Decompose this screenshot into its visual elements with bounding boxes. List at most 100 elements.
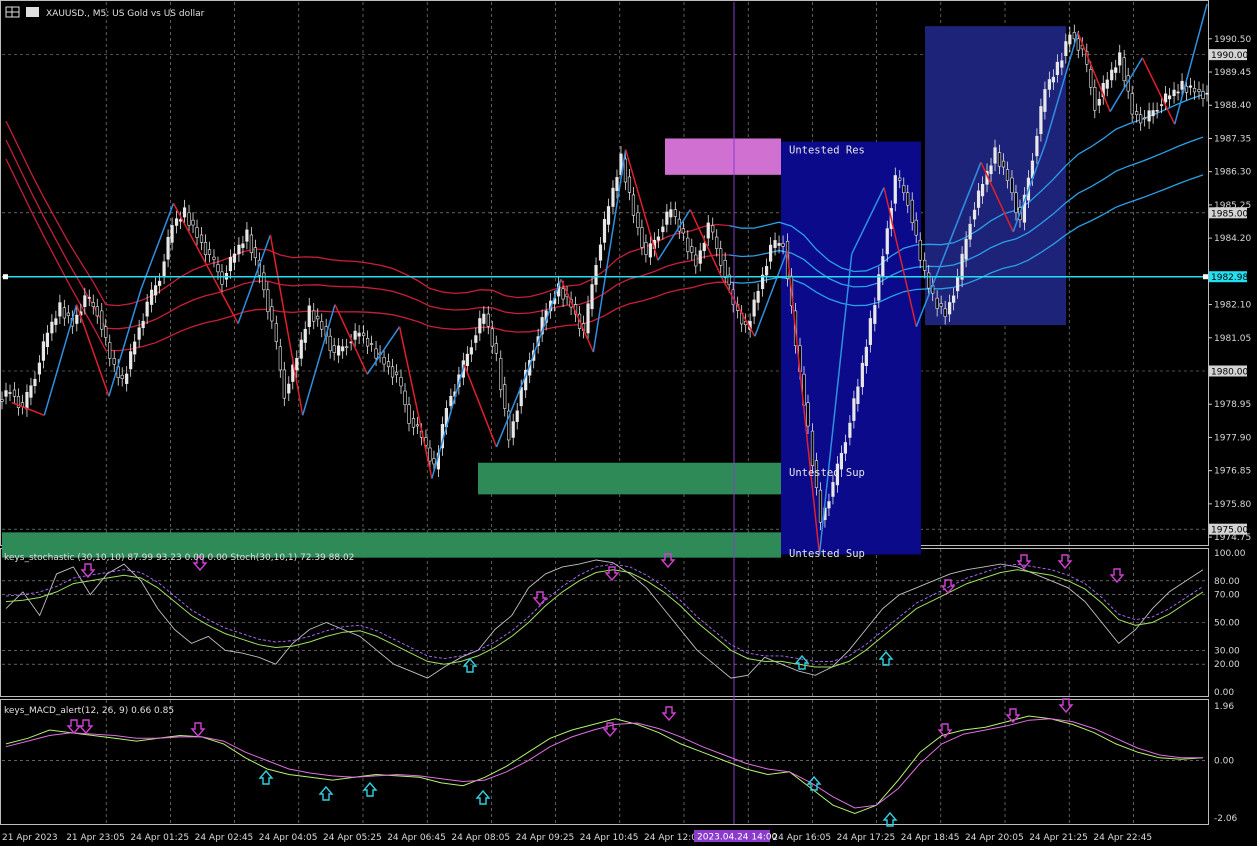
candle-body	[1163, 93, 1168, 103]
candle-mode-icon[interactable]	[26, 7, 39, 17]
candle-body	[191, 219, 195, 226]
candle-body	[997, 152, 1002, 167]
x-tick-label: 24 Apr 02:45	[195, 833, 254, 843]
stoch-y-label: 20.00	[1214, 660, 1240, 670]
candle-body	[968, 223, 972, 240]
candle-body	[494, 343, 498, 354]
candle-body	[141, 320, 145, 329]
stoch-y-label: 80.00	[1214, 577, 1240, 587]
candle-body	[129, 351, 133, 370]
candle-body	[345, 346, 349, 349]
candle-body	[41, 341, 46, 361]
candle-body	[112, 358, 116, 365]
candle-body	[631, 194, 636, 216]
candle-body	[1051, 76, 1055, 83]
candle-body	[686, 237, 690, 252]
candle-body	[993, 147, 997, 164]
stoch-y-label: 70.00	[1214, 591, 1240, 601]
candle-body	[320, 321, 324, 330]
candle-body	[881, 256, 885, 278]
candle-body	[207, 249, 212, 255]
candle-body	[33, 378, 37, 387]
x-tick-label: 24 Apr 17:25	[837, 833, 896, 843]
candle-body	[490, 328, 494, 347]
candle-body	[50, 321, 54, 334]
candle-body	[818, 489, 823, 523]
candle-body	[943, 308, 947, 317]
chart-canvas[interactable]: Untested Res Untested Sup Untested Sup 199…	[0, 0, 1257, 846]
candle-body	[478, 318, 482, 334]
candle-body	[307, 305, 311, 328]
y-tick-label: 1990.50	[1214, 35, 1251, 45]
candle-body	[719, 248, 723, 266]
candle-body	[1139, 114, 1143, 124]
candle-body	[25, 391, 29, 410]
x-tick-label: 24 Apr 01:25	[130, 833, 189, 843]
y-tick-label: 1989.45	[1214, 68, 1251, 78]
stoch-y-label: 30.00	[1214, 646, 1240, 656]
candle-body	[976, 190, 981, 208]
candle-body	[644, 242, 648, 255]
candle-body	[615, 177, 619, 191]
candle-body	[299, 339, 303, 359]
session-box	[925, 26, 1066, 326]
y-tick-label: 1984.20	[1214, 234, 1251, 244]
y-tick-label: 1978.95	[1214, 400, 1251, 410]
x-tick-label: 21 Apr 23:05	[66, 833, 125, 843]
candle-body	[902, 185, 906, 194]
candle-body	[357, 332, 361, 337]
candle-body	[150, 289, 154, 305]
candle-body	[12, 389, 17, 397]
candle-body	[598, 244, 603, 261]
candle-body	[665, 211, 669, 225]
y-tick-label: 1975.80	[1214, 500, 1251, 510]
candle-body	[877, 274, 881, 301]
candle-body	[158, 280, 162, 286]
price-tag-label: 1990.00	[1211, 51, 1248, 61]
candle-body	[503, 384, 507, 409]
y-tick-label: 1981.05	[1214, 334, 1251, 344]
candle-body	[95, 306, 99, 317]
candle-body	[831, 482, 835, 497]
resistance-zone	[665, 138, 781, 175]
candle-body	[1143, 117, 1147, 120]
candle-body	[860, 362, 864, 388]
candle-body	[399, 377, 403, 387]
candle-body	[29, 385, 33, 398]
candle-body	[1076, 38, 1080, 51]
session-box	[781, 141, 921, 555]
candle-body	[927, 272, 931, 289]
candle-body	[237, 244, 241, 255]
candle-body	[914, 219, 918, 236]
candle-body	[1114, 67, 1118, 73]
candle-body	[1105, 79, 1109, 89]
candle-body	[906, 192, 910, 206]
candle-body	[1176, 91, 1180, 94]
candle-body	[1135, 111, 1139, 116]
candle-body	[341, 346, 345, 352]
candle-body	[594, 265, 598, 285]
candle-body	[1010, 177, 1014, 194]
candle-body	[1201, 91, 1205, 100]
x-tick-label: 24 Apr 16:05	[772, 833, 831, 843]
candle-body	[623, 158, 628, 183]
candle-body	[58, 302, 62, 317]
macd-y-label: 1.96	[1214, 702, 1234, 712]
candle-body	[806, 402, 810, 427]
candle-body	[1043, 89, 1047, 112]
candle-body	[482, 313, 486, 324]
candle-body	[182, 207, 187, 218]
candle-body	[216, 264, 220, 273]
candle-body	[1060, 60, 1064, 68]
price-tag-label: 1980.00	[1211, 367, 1248, 377]
candle-body	[948, 302, 952, 315]
resistance-zone-label: Untested Res	[789, 145, 865, 157]
candle-body	[8, 392, 12, 394]
candle-body	[768, 244, 773, 262]
candle-body	[1184, 85, 1189, 93]
candle-body	[312, 310, 316, 322]
candle-body	[690, 246, 694, 253]
candle-body	[91, 302, 95, 307]
macd-y-label: 0.00	[1214, 757, 1234, 767]
candle-body	[486, 313, 490, 327]
